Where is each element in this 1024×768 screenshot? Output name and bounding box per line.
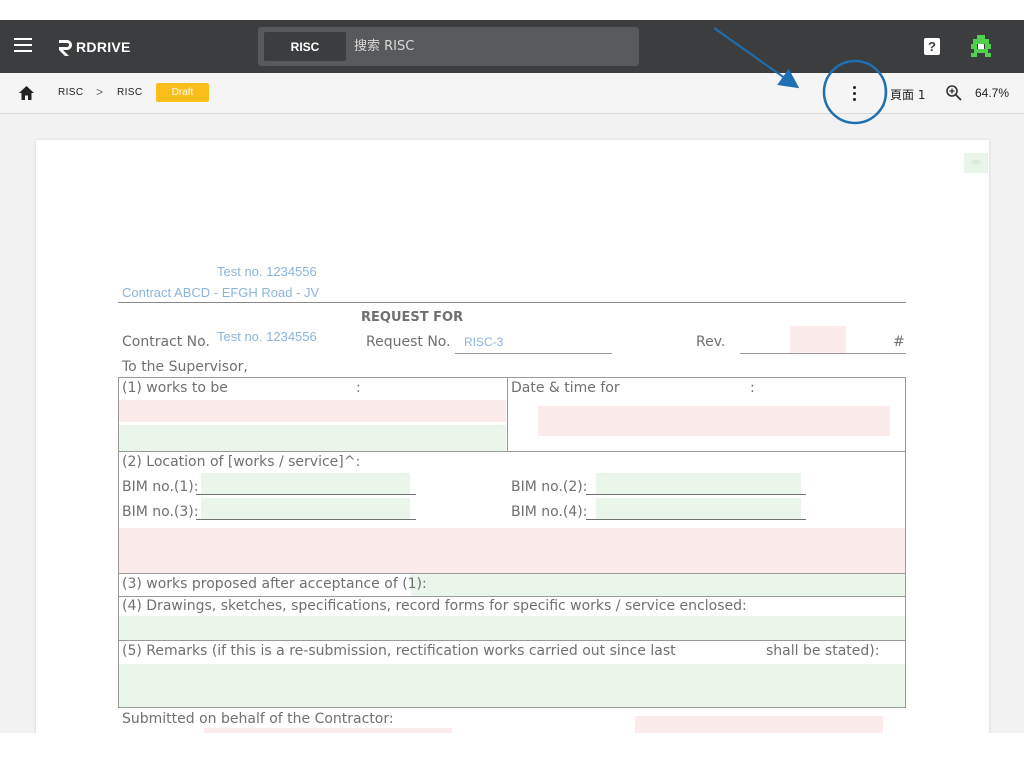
table-rule-3 <box>118 596 906 597</box>
breadcrumb-item-2[interactable]: RISC <box>117 87 143 98</box>
contract-no-value: Test no. 1234556 <box>217 329 317 344</box>
search-scope-button[interactable]: RISC <box>264 32 346 61</box>
table-rule-1 <box>118 451 906 452</box>
form-title: REQUEST FOR <box>361 310 464 325</box>
table-divider-s1 <box>507 377 508 452</box>
document-toolbar: RISC > RISC Draft 頁面 1 64.7% <box>0 73 1024 114</box>
s1-field-pink[interactable] <box>119 400 506 422</box>
document-viewer[interactable]: oo Test no. 1234556 Contract ABCD - EFGH… <box>0 114 1024 733</box>
table-rule-4 <box>118 640 906 641</box>
search-input[interactable] <box>354 32 624 61</box>
logo-icon <box>59 40 72 56</box>
document-page: oo Test no. 1234556 Contract ABCD - EFGH… <box>36 140 989 733</box>
toolbar-divider <box>884 81 885 107</box>
bim-3-line <box>196 519 416 520</box>
s1-label: (1) works to be <box>122 380 228 396</box>
s1-field-green[interactable] <box>119 425 506 451</box>
bim-2-line <box>586 494 806 495</box>
brand-logo[interactable]: RDRIVE <box>56 36 131 58</box>
s3-field[interactable] <box>411 574 905 596</box>
request-no-label: Request No. <box>366 334 451 350</box>
signature-field[interactable] <box>635 716 883 733</box>
header-rule <box>118 302 906 303</box>
more-vert-icon[interactable] <box>845 82 863 104</box>
bim-1-field[interactable] <box>201 473 410 494</box>
s4-label: (4) Drawings, sketches, specifications, … <box>122 598 747 614</box>
bim-3-field[interactable] <box>201 498 410 519</box>
help-icon[interactable]: ? <box>924 38 940 55</box>
bim-4-line <box>586 519 806 520</box>
s5-tail: shall be stated): <box>766 643 880 659</box>
rev-hash: # <box>893 334 905 350</box>
header-test-no: Test no. 1234556 <box>217 264 317 279</box>
table-border-top <box>118 377 906 378</box>
submitted-label: Submitted on behalf of the Contractor: <box>122 711 394 727</box>
s5-label: (5) Remarks (if this is a re-submission,… <box>122 643 676 659</box>
page-selector[interactable]: 頁面 1 <box>890 86 925 103</box>
s4-field[interactable] <box>119 616 905 640</box>
bim-1-line <box>196 494 416 495</box>
s5-field[interactable] <box>119 664 905 707</box>
zoom-level[interactable]: 64.7% <box>975 86 1009 100</box>
rev-field[interactable] <box>790 326 846 353</box>
rev-label: Rev. <box>696 334 726 350</box>
top-app-bar: RDRIVE RISC ? <box>0 20 1024 73</box>
brand-name: RDRIVE <box>76 39 131 55</box>
home-icon[interactable] <box>18 85 35 101</box>
location-field[interactable] <box>119 528 905 573</box>
date-field[interactable] <box>538 406 890 436</box>
s1-colon: : <box>356 380 361 396</box>
rev-line <box>740 353 906 354</box>
menu-icon[interactable] <box>14 38 32 54</box>
contractor-field[interactable] <box>204 728 452 733</box>
zoom-icon[interactable] <box>945 84 963 102</box>
status-badge: Draft <box>156 83 209 102</box>
request-no-line <box>455 353 612 354</box>
s2-label: (2) Location of [works / service]^: <box>122 454 361 470</box>
search-bar: RISC <box>258 27 639 66</box>
breadcrumb-item-1[interactable]: RISC <box>58 87 84 98</box>
bim-1-label: BIM no.(1): <box>122 479 199 495</box>
avatar-icon[interactable] <box>968 33 994 59</box>
addressee: To the Supervisor, <box>122 359 248 375</box>
bim-4-field[interactable] <box>596 498 801 519</box>
bim-2-field[interactable] <box>596 473 801 494</box>
s3-label: (3) works proposed after acceptance of (… <box>122 576 427 592</box>
contract-no-label: Contract No. <box>122 334 210 350</box>
bim-2-label: BIM no.(2): <box>511 479 588 495</box>
page-tag: oo <box>964 153 988 173</box>
table-border-right <box>905 377 906 708</box>
table-border-bottom <box>118 707 906 708</box>
header-contract: Contract ABCD - EFGH Road - JV <box>122 285 320 300</box>
date-colon: : <box>750 380 755 396</box>
bim-3-label: BIM no.(3): <box>122 504 199 520</box>
bim-4-label: BIM no.(4): <box>511 504 588 520</box>
breadcrumb-separator: > <box>96 85 104 99</box>
date-label: Date & time for <box>511 380 620 396</box>
request-no-value: RISC-3 <box>464 335 504 349</box>
